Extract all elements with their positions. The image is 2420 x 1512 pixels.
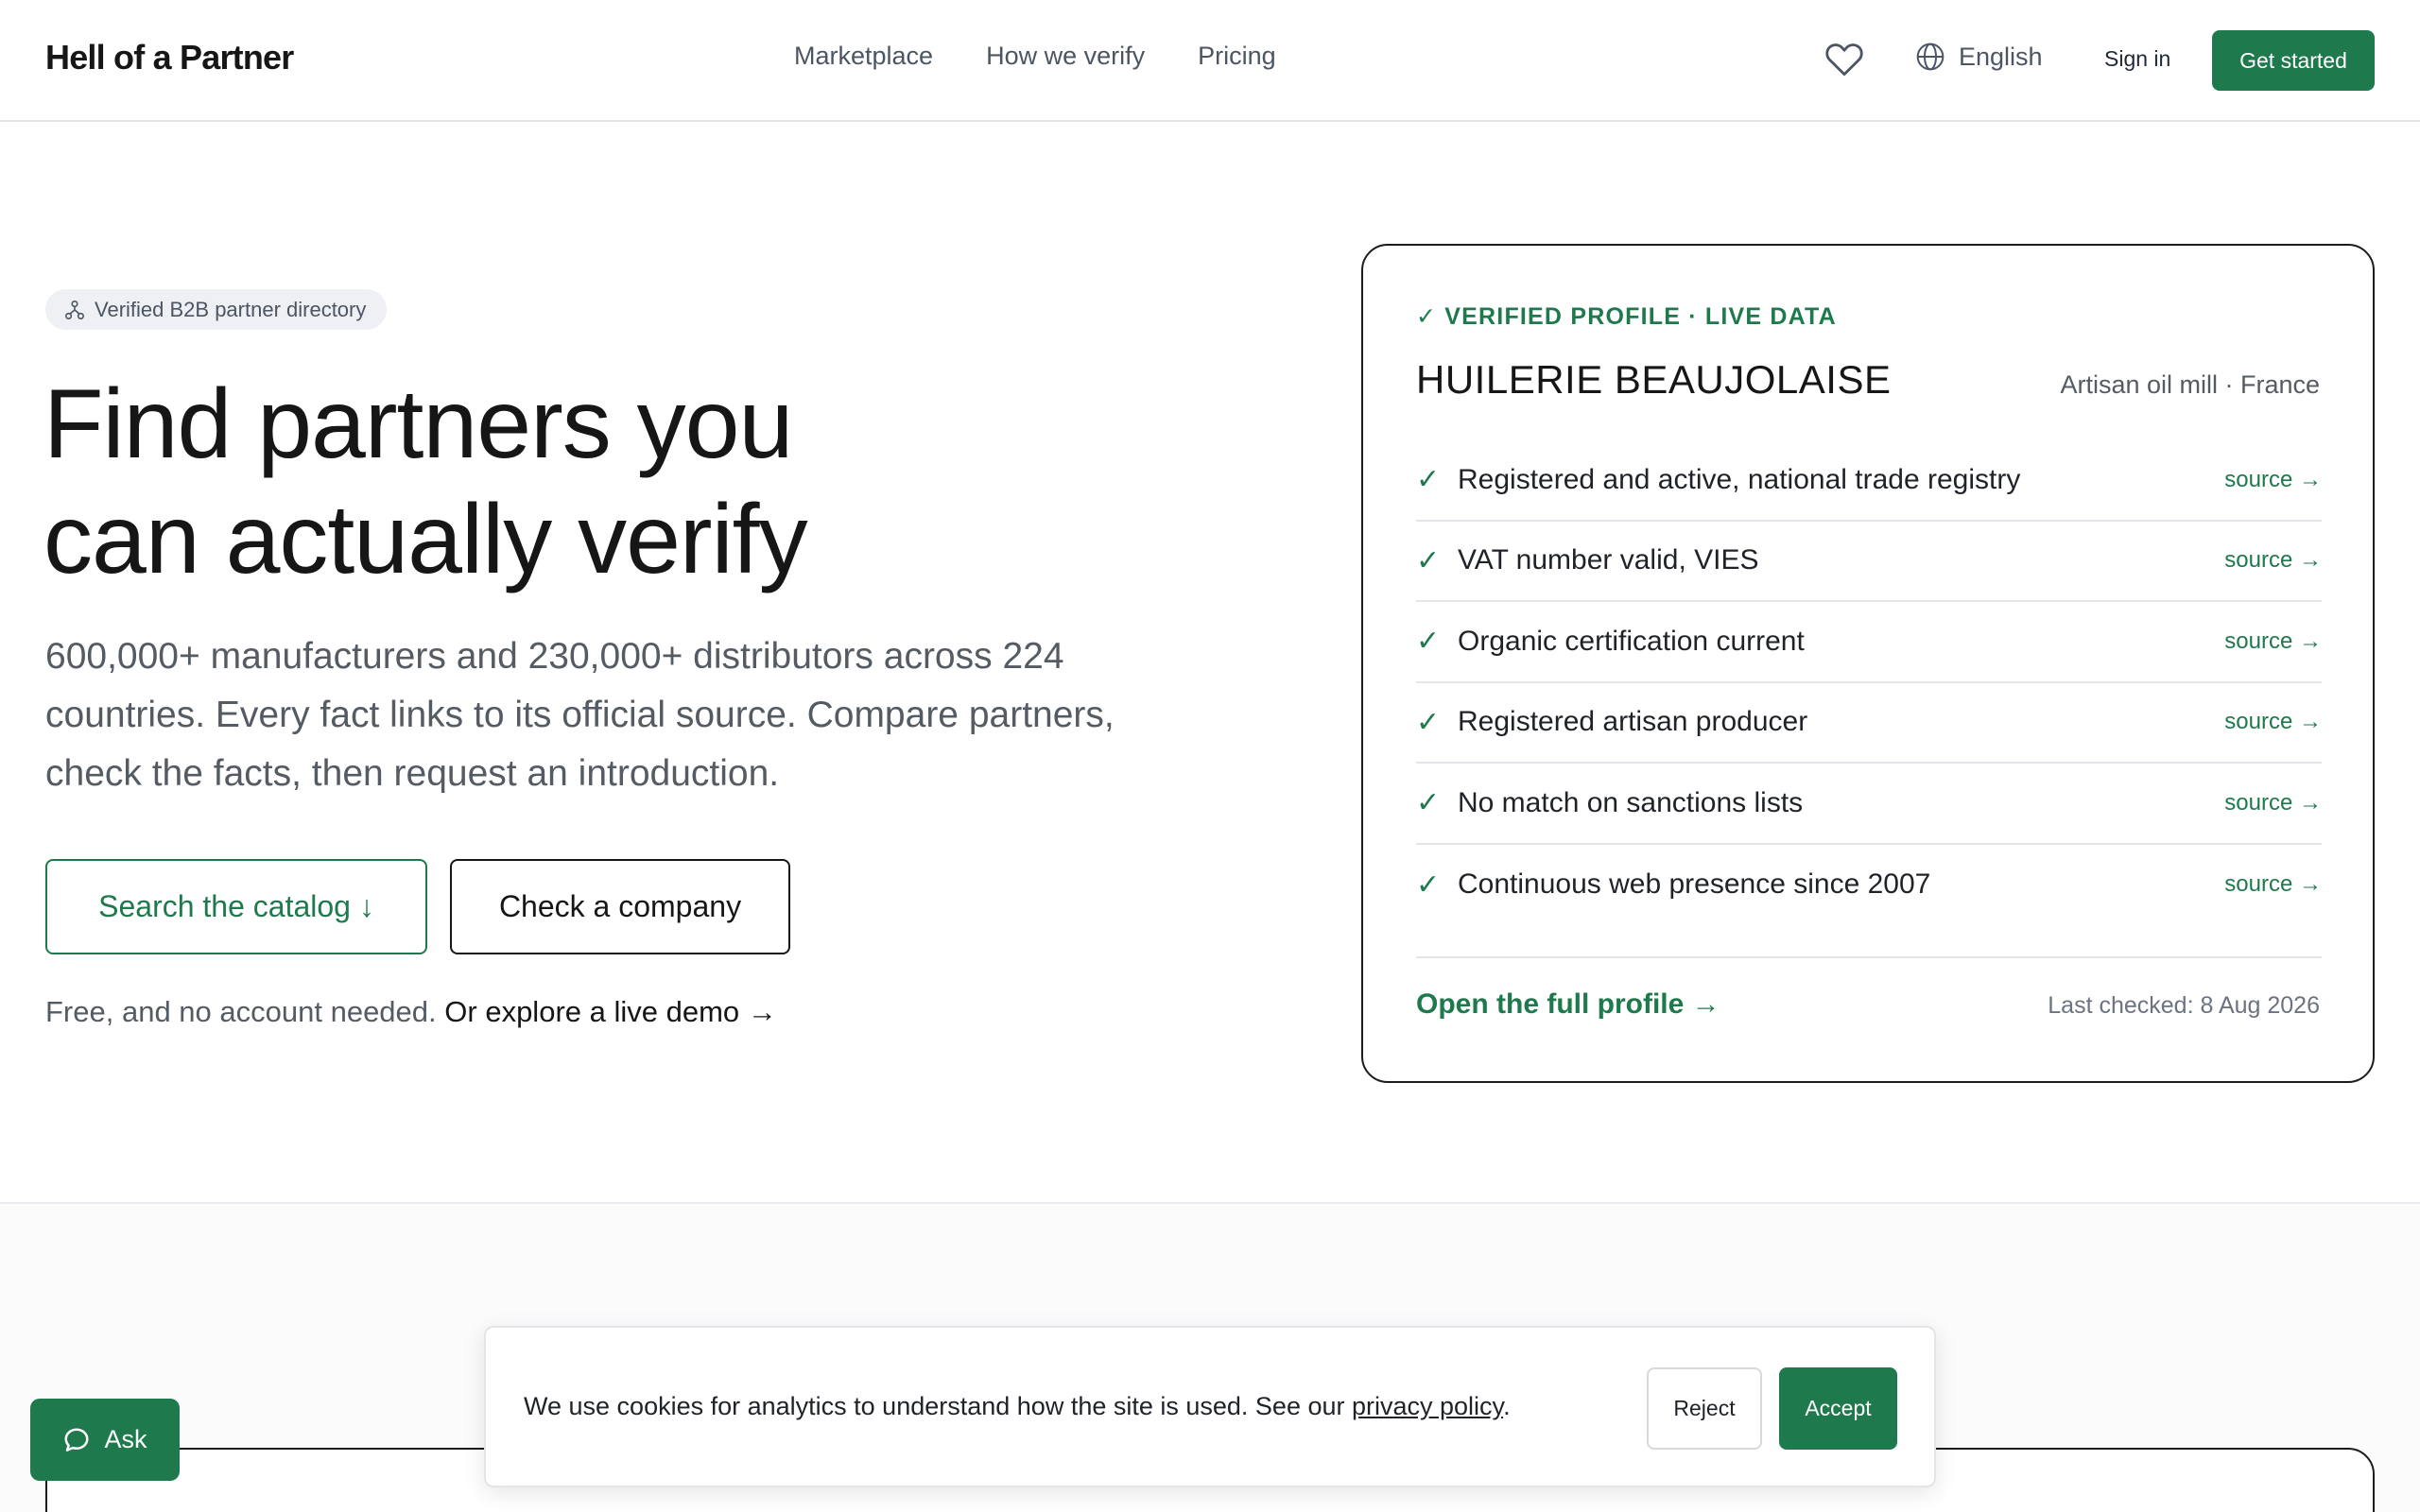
cookie-period: . bbox=[1503, 1392, 1511, 1420]
verification-text: Registered and active, national trade re… bbox=[1458, 463, 2021, 495]
language-label: English bbox=[1959, 42, 2043, 71]
check-icon: ✓ bbox=[1416, 464, 1441, 496]
verification-item: ✓ Continuous web presence since 2007 sou… bbox=[1416, 845, 2322, 926]
brand-logo[interactable]: Hell of a Partner bbox=[45, 38, 294, 77]
source-link[interactable]: source → bbox=[2224, 871, 2322, 898]
check-icon: ✓ bbox=[1416, 787, 1441, 819]
free-note: Free, and no account needed. Or explore … bbox=[45, 995, 777, 1029]
source-link[interactable]: source → bbox=[2224, 790, 2322, 816]
nav-marketplace[interactable]: Marketplace bbox=[794, 42, 933, 71]
verification-item: ✓ No match on sanctions lists source → bbox=[1416, 764, 2322, 845]
directory-badge: Verified B2B partner directory bbox=[45, 289, 388, 330]
globe-icon bbox=[1916, 43, 1945, 71]
verification-item: ✓ VAT number valid, VIES source → bbox=[1416, 522, 2322, 602]
accept-cookies-button[interactable]: Accept bbox=[1779, 1367, 1897, 1450]
directory-badge-label: Verified B2B partner directory bbox=[95, 297, 367, 321]
get-started-button[interactable]: Get started bbox=[2212, 30, 2375, 91]
language-selector[interactable]: English bbox=[1915, 42, 2043, 72]
hero-subtitle: 600,000+ manufacturers and 230,000+ dist… bbox=[45, 636, 1115, 794]
live-demo-link[interactable]: Or explore a live demo → bbox=[444, 995, 776, 1028]
free-note-text: Free, and no account needed. bbox=[45, 995, 437, 1028]
verification-item: ✓ Registered artisan producer source → bbox=[1416, 683, 2322, 764]
main-nav: Marketplace How we verify Pricing bbox=[794, 42, 1276, 71]
hero-title-line1: Find partners you bbox=[43, 369, 793, 479]
verification-text: Organic certification current bbox=[1458, 625, 1805, 657]
verification-text: Continuous web presence since 2007 bbox=[1458, 868, 1931, 901]
nav-how-we-verify[interactable]: How we verify bbox=[986, 42, 1145, 71]
network-icon bbox=[65, 300, 84, 319]
site-header: Hell of a Partner Marketplace How we ver… bbox=[0, 0, 2420, 122]
chat-bubble-icon bbox=[64, 1428, 89, 1452]
verification-item: ✓ Registered and active, national trade … bbox=[1416, 440, 2322, 522]
nav-pricing[interactable]: Pricing bbox=[1198, 42, 1276, 71]
source-link[interactable]: source → bbox=[2224, 628, 2322, 655]
open-full-profile-link[interactable]: Open the full profile → bbox=[1416, 988, 1720, 1021]
verification-text: No match on sanctions lists bbox=[1458, 786, 1804, 818]
favorites-heart-icon[interactable] bbox=[1824, 40, 1864, 77]
verification-text: VAT number valid, VIES bbox=[1458, 544, 1759, 576]
card-divider bbox=[1416, 956, 2322, 958]
search-catalog-button[interactable]: Search the catalog ↓ bbox=[45, 859, 427, 954]
ask-label: Ask bbox=[104, 1425, 147, 1453]
company-meta: Artisan oil mill · France bbox=[2060, 370, 2320, 399]
verified-profile-card: ✓ VERIFIED PROFILE · LIVE DATA HUILERIE … bbox=[1361, 244, 2375, 1083]
check-icon: ✓ bbox=[1416, 544, 1441, 576]
privacy-policy-link[interactable]: privacy policy bbox=[1352, 1392, 1503, 1420]
verification-item: ✓ Organic certification current source → bbox=[1416, 602, 2322, 683]
source-link[interactable]: source → bbox=[2224, 547, 2322, 574]
last-checked-date: Last checked: 8 Aug 2026 bbox=[2048, 992, 2320, 1019]
company-name: HUILERIE BEAUJOLAISE bbox=[1416, 357, 1892, 402]
source-link[interactable]: source → bbox=[2224, 709, 2322, 735]
check-icon: ✓ bbox=[1416, 868, 1441, 901]
sign-in-link[interactable]: Sign in bbox=[2104, 46, 2170, 72]
source-link[interactable]: source → bbox=[2224, 467, 2322, 493]
cookie-message: We use cookies for analytics to understa… bbox=[524, 1392, 1511, 1421]
verification-text: Registered artisan producer bbox=[1458, 706, 1808, 738]
verified-live-badge: ✓ VERIFIED PROFILE · LIVE DATA bbox=[1416, 303, 1837, 330]
check-icon: ✓ bbox=[1416, 706, 1441, 738]
verification-list: ✓ Registered and active, national trade … bbox=[1416, 440, 2322, 925]
cookie-banner: We use cookies for analytics to understa… bbox=[484, 1326, 1936, 1487]
ask-chat-button[interactable]: Ask bbox=[30, 1399, 180, 1481]
hero-title: Find partners you can actually verify bbox=[43, 367, 1178, 597]
cookie-text: We use cookies for analytics to understa… bbox=[524, 1392, 1345, 1420]
check-company-button[interactable]: Check a company bbox=[450, 859, 790, 954]
reject-cookies-button[interactable]: Reject bbox=[1647, 1367, 1762, 1450]
check-icon: ✓ bbox=[1416, 626, 1441, 658]
hero-title-line2: can actually verify bbox=[43, 485, 808, 594]
